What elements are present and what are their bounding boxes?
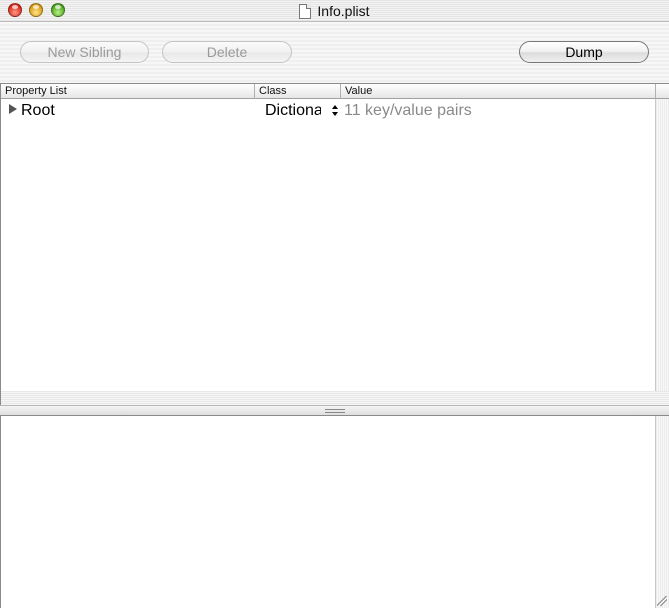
window-title: Info.plist xyxy=(317,3,370,19)
row-value-label: 11 key/value pairs xyxy=(344,102,472,119)
title-bar[interactable]: Info.plist xyxy=(0,0,669,22)
dump-text-area[interactable] xyxy=(0,416,669,608)
text-vertical-scrollbar[interactable] xyxy=(655,416,669,608)
delete-button[interactable]: Delete xyxy=(162,41,292,63)
property-list-outline[interactable]: Property List Class Value Root Dictionar… xyxy=(0,83,669,406)
popup-arrows-icon[interactable] xyxy=(331,104,339,118)
column-header-class[interactable]: Class xyxy=(255,84,341,99)
table-row[interactable]: Root Dictionary 11 key/value pairs xyxy=(1,101,655,121)
disclosure-triangle-icon[interactable] xyxy=(9,104,17,114)
splitter-grip-icon[interactable] xyxy=(325,409,345,413)
header-corner xyxy=(655,84,669,99)
dump-button[interactable]: Dump xyxy=(519,41,649,63)
new-sibling-button[interactable]: New Sibling xyxy=(20,41,149,63)
window-title-group: Info.plist xyxy=(0,0,669,22)
class-popup[interactable]: Dictionary xyxy=(265,101,321,121)
document-icon xyxy=(299,3,312,19)
row-key-label[interactable]: Root xyxy=(21,101,55,121)
split-view-divider[interactable] xyxy=(0,405,669,416)
table-header: Property List Class Value xyxy=(1,84,655,99)
window-resize-icon[interactable] xyxy=(654,592,669,608)
outline-bottom-strip xyxy=(1,391,669,406)
column-header-value[interactable]: Value xyxy=(341,84,655,99)
column-header-property-list[interactable]: Property List xyxy=(1,84,255,99)
outline-vertical-scrollbar[interactable] xyxy=(655,99,669,391)
